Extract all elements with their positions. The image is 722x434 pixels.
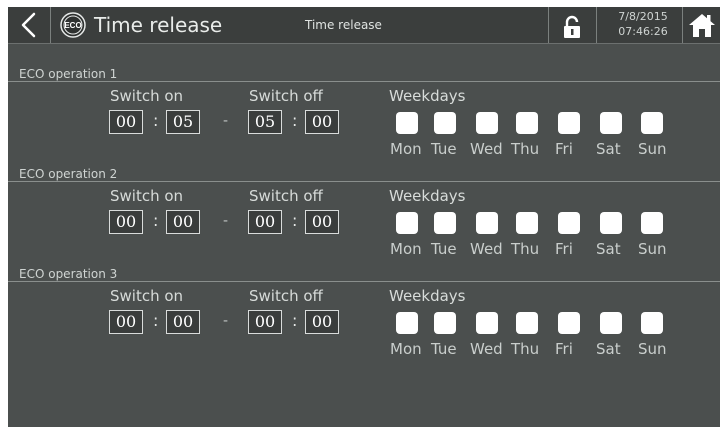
eco-logo-icon: ECO bbox=[60, 12, 86, 38]
header-divider bbox=[596, 7, 597, 43]
unlock-icon[interactable] bbox=[562, 15, 582, 39]
home-icon[interactable] bbox=[688, 12, 716, 38]
weekday-label: Fri bbox=[555, 340, 573, 358]
weekday-label: Wed bbox=[470, 240, 503, 258]
weekdays-label: Weekdays bbox=[389, 187, 466, 205]
weekday-checkbox-sun[interactable] bbox=[641, 112, 663, 134]
weekday-checkbox-thu[interactable] bbox=[516, 112, 538, 134]
time-colon: : bbox=[292, 211, 298, 230]
weekday-checkbox-sat[interactable] bbox=[600, 312, 622, 334]
section-divider bbox=[8, 281, 720, 282]
switch-off-minute-field[interactable]: 00 bbox=[305, 210, 339, 234]
weekday-checkbox-sun[interactable] bbox=[641, 312, 663, 334]
time-colon: : bbox=[153, 311, 159, 330]
switch-off-minute-field[interactable]: 00 bbox=[305, 110, 339, 134]
weekday-label: Thu bbox=[511, 340, 540, 358]
section-divider bbox=[8, 181, 720, 182]
weekday-checkbox-tue[interactable] bbox=[434, 312, 456, 334]
weekday-label: Sat bbox=[596, 140, 621, 158]
switch-on-minute-field[interactable]: 00 bbox=[166, 210, 200, 234]
date-text: 7/8/2015 bbox=[618, 10, 668, 23]
weekday-label: Sat bbox=[596, 240, 621, 258]
eco-logo-text: ECO bbox=[64, 21, 81, 30]
range-dash: - bbox=[223, 313, 229, 329]
switch-on-label: Switch on bbox=[110, 87, 184, 105]
back-arrow-icon bbox=[21, 12, 36, 38]
weekday-label: Wed bbox=[470, 340, 503, 358]
weekday-checkbox-sat[interactable] bbox=[600, 212, 622, 234]
switch-on-hour-field[interactable]: 00 bbox=[109, 110, 143, 134]
weekday-label: Sun bbox=[638, 140, 667, 158]
switch-on-hour-field[interactable]: 00 bbox=[109, 210, 143, 234]
weekday-checkbox-tue[interactable] bbox=[434, 212, 456, 234]
weekday-checkbox-wed[interactable] bbox=[476, 212, 498, 234]
switch-on-minute-field[interactable]: 00 bbox=[166, 310, 200, 334]
weekday-label: Fri bbox=[555, 240, 573, 258]
weekday-checkbox-sat[interactable] bbox=[600, 112, 622, 134]
weekday-checkbox-fri[interactable] bbox=[558, 212, 580, 234]
weekday-label: Tue bbox=[431, 240, 457, 258]
switch-off-label: Switch off bbox=[249, 87, 323, 105]
switch-off-minute-field[interactable]: 00 bbox=[305, 310, 339, 334]
switch-on-label: Switch on bbox=[110, 187, 184, 205]
weekday-checkbox-thu[interactable] bbox=[516, 312, 538, 334]
switch-off-hour-field[interactable]: 00 bbox=[248, 310, 282, 334]
switch-off-hour-field[interactable]: 00 bbox=[248, 210, 282, 234]
switch-off-label: Switch off bbox=[249, 287, 323, 305]
weekday-checkbox-wed[interactable] bbox=[476, 312, 498, 334]
time-colon: : bbox=[292, 311, 298, 330]
weekday-checkbox-fri[interactable] bbox=[558, 112, 580, 134]
header-divider bbox=[50, 7, 51, 43]
weekday-label: Wed bbox=[470, 140, 503, 158]
weekday-label: Fri bbox=[555, 140, 573, 158]
time-colon: : bbox=[153, 111, 159, 130]
operation-label: ECO operation 2 bbox=[19, 167, 118, 181]
weekday-label: Tue bbox=[431, 140, 457, 158]
range-dash: - bbox=[223, 213, 229, 229]
switch-off-label: Switch off bbox=[249, 187, 323, 205]
weekday-checkbox-wed[interactable] bbox=[476, 112, 498, 134]
back-button[interactable] bbox=[14, 11, 44, 39]
weekday-checkbox-tue[interactable] bbox=[434, 112, 456, 134]
switch-off-hour-field[interactable]: 05 bbox=[248, 110, 282, 134]
operation-label: ECO operation 3 bbox=[19, 267, 118, 281]
weekday-label: Sun bbox=[638, 240, 667, 258]
weekday-checkbox-thu[interactable] bbox=[516, 212, 538, 234]
weekday-checkbox-mon[interactable] bbox=[396, 112, 418, 134]
switch-on-minute-field[interactable]: 05 bbox=[166, 110, 200, 134]
weekday-checkbox-mon[interactable] bbox=[396, 212, 418, 234]
weekday-label: Sun bbox=[638, 340, 667, 358]
weekday-label: Thu bbox=[511, 140, 540, 158]
time-colon: : bbox=[153, 211, 159, 230]
weekdays-label: Weekdays bbox=[389, 87, 466, 105]
operation-label: ECO operation 1 bbox=[19, 67, 118, 81]
header-bar: ECO Time release Time release 7/8/2015 0… bbox=[8, 7, 720, 44]
weekday-label: Mon bbox=[390, 240, 422, 258]
date-time-display: 7/8/2015 07:46:26 bbox=[604, 9, 682, 39]
range-dash: - bbox=[223, 113, 229, 129]
weekday-checkbox-mon[interactable] bbox=[396, 312, 418, 334]
weekday-label: Thu bbox=[511, 240, 540, 258]
weekday-label: Mon bbox=[390, 340, 422, 358]
weekdays-label: Weekdays bbox=[389, 287, 466, 305]
weekday-checkbox-sun[interactable] bbox=[641, 212, 663, 234]
header-divider bbox=[682, 7, 683, 43]
time-text: 07:46:26 bbox=[618, 25, 668, 38]
time-colon: : bbox=[292, 111, 298, 130]
weekday-label: Tue bbox=[431, 340, 457, 358]
page-title: Time release bbox=[94, 13, 223, 37]
weekday-checkbox-fri[interactable] bbox=[558, 312, 580, 334]
weekday-label: Sat bbox=[596, 340, 621, 358]
page-subtitle: Time release bbox=[305, 18, 382, 32]
header-divider bbox=[548, 7, 549, 43]
switch-on-hour-field[interactable]: 00 bbox=[109, 310, 143, 334]
switch-on-label: Switch on bbox=[110, 287, 184, 305]
weekday-label: Mon bbox=[390, 140, 422, 158]
section-divider bbox=[8, 81, 720, 82]
time-release-screen: ECO Time release Time release 7/8/2015 0… bbox=[8, 7, 720, 427]
